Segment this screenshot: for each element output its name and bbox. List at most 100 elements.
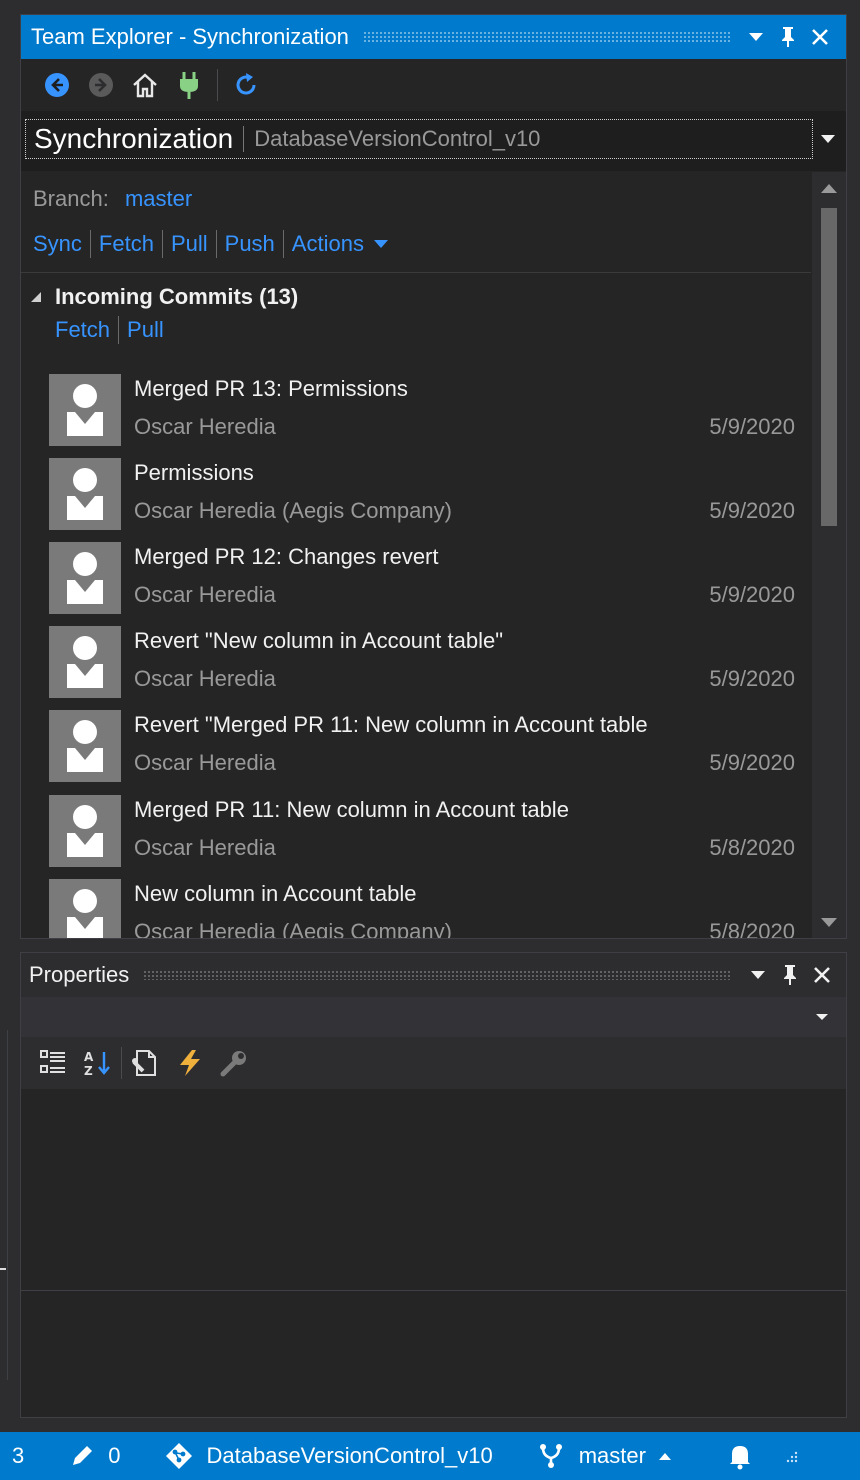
alphabetical-icon[interactable]: AZ xyxy=(75,1043,119,1083)
svg-text:A: A xyxy=(84,1050,94,1064)
object-dropdown-icon[interactable] xyxy=(816,1014,828,1020)
object-selector[interactable] xyxy=(21,997,846,1037)
commit-date: 5/9/2020 xyxy=(709,582,795,607)
close-icon[interactable] xyxy=(806,959,838,991)
incoming-commits-title: Incoming Commits (13) xyxy=(55,284,299,309)
pending-changes[interactable]: 0 xyxy=(70,1443,121,1469)
dropdown-icon[interactable] xyxy=(742,959,774,991)
wrench-icon[interactable] xyxy=(212,1043,256,1083)
commit-item[interactable]: Revert "New column in Account table" Osc… xyxy=(49,620,809,704)
properties-panel: Properties AZ xyxy=(20,952,847,1418)
commit-item[interactable]: Merged PR 13: Permissions Oscar Heredia … xyxy=(49,368,809,452)
status-bar: 3 0 DatabaseVersionControl_v10 master xyxy=(0,1432,860,1480)
commit-author: Oscar Heredia xyxy=(134,582,276,607)
sync-content: Branch: master Sync Fetch Pull Push Acti… xyxy=(21,172,811,939)
link-separator xyxy=(118,316,120,344)
repo-name: DatabaseVersionControl_v10 xyxy=(254,126,541,151)
properties-titlebar[interactable]: Properties xyxy=(21,953,846,997)
actions-dropdown-icon[interactable] xyxy=(373,240,388,248)
commit-item[interactable]: Merged PR 12: Changes revert Oscar Hered… xyxy=(49,536,809,620)
page-dropdown-icon[interactable] xyxy=(814,125,842,153)
back-icon[interactable] xyxy=(35,65,79,105)
branch-label: Branch: xyxy=(33,186,109,211)
commit-date: 5/9/2020 xyxy=(709,750,795,775)
commit-item[interactable]: New column in Account table Oscar Heredi… xyxy=(49,873,809,939)
avatar-icon xyxy=(49,879,121,938)
page-title: Synchronization xyxy=(34,123,234,154)
pull-link[interactable]: Pull xyxy=(171,231,208,257)
link-separator xyxy=(89,230,91,258)
scroll-thumb[interactable] xyxy=(821,208,837,526)
resize-grip-icon[interactable] xyxy=(784,1449,798,1463)
scroll-up-icon[interactable] xyxy=(821,184,837,193)
sync-link[interactable]: Sync xyxy=(33,231,82,257)
commit-item[interactable]: Permissions Oscar Heredia (Aegis Company… xyxy=(49,452,809,536)
events-icon[interactable] xyxy=(168,1043,212,1083)
svg-text:Z: Z xyxy=(84,1064,93,1078)
avatar-icon xyxy=(49,458,121,530)
link-separator xyxy=(215,230,217,258)
page-selector[interactable]: Synchronization DatabaseVersionControl_v… xyxy=(25,119,813,159)
home-icon[interactable] xyxy=(123,65,167,105)
actions-link[interactable]: Actions xyxy=(292,231,364,257)
dropdown-icon[interactable] xyxy=(740,21,772,53)
sync-actions-row: Sync Fetch Pull Push Actions xyxy=(33,230,388,258)
incoming-commits-header[interactable]: Incoming Commits (13) xyxy=(31,284,298,310)
commit-message: Permissions xyxy=(134,460,254,485)
branch-selector[interactable]: master xyxy=(537,1442,672,1470)
commit-message: Revert "New column in Account table" xyxy=(134,628,504,653)
property-grid[interactable] xyxy=(21,1089,846,1291)
incoming-fetch-link[interactable]: Fetch xyxy=(55,317,110,343)
branch-link[interactable]: master xyxy=(125,186,192,211)
connect-icon[interactable] xyxy=(167,65,211,105)
commit-message: Revert "Merged PR 11: New column in Acco… xyxy=(134,712,648,737)
pin-icon[interactable] xyxy=(772,21,804,53)
commit-message: New column in Account table xyxy=(134,881,417,906)
property-pages-icon[interactable] xyxy=(124,1043,168,1083)
commit-date: 5/9/2020 xyxy=(709,414,795,439)
avatar-icon xyxy=(49,626,121,698)
team-explorer-panel: Team Explorer - Synchronization Synchron… xyxy=(20,14,847,939)
collapse-triangle-icon[interactable] xyxy=(31,292,41,302)
title-grip[interactable] xyxy=(362,31,730,43)
commit-author: Oscar Heredia (Aegis Company) xyxy=(134,498,452,523)
fetch-link[interactable]: Fetch xyxy=(99,231,154,257)
commit-date: 5/8/2020 xyxy=(709,835,795,860)
status-count[interactable]: 3 xyxy=(12,1443,24,1469)
properties-title: Properties xyxy=(29,962,130,987)
push-link[interactable]: Push xyxy=(225,231,275,257)
repository-selector[interactable]: DatabaseVersionControl_v10 xyxy=(165,1442,493,1470)
toolbar-separator xyxy=(121,1047,122,1079)
notifications-icon[interactable] xyxy=(726,1442,754,1470)
pencil-icon xyxy=(73,1446,93,1465)
commit-date: 5/8/2020 xyxy=(709,919,795,939)
refresh-icon[interactable] xyxy=(224,65,268,105)
property-description xyxy=(21,1293,846,1417)
commit-date: 5/9/2020 xyxy=(709,498,795,523)
repository-name: DatabaseVersionControl_v10 xyxy=(206,1443,493,1468)
left-window-edge xyxy=(0,1030,8,1380)
commit-author: Oscar Heredia (Aegis Company) xyxy=(134,919,452,939)
panel-title: Team Explorer - Synchronization xyxy=(31,24,349,49)
caret-up-icon xyxy=(658,1453,671,1460)
link-separator xyxy=(161,230,163,258)
commit-item[interactable]: Merged PR 11: New column in Account tabl… xyxy=(49,789,809,873)
incoming-pull-link[interactable]: Pull xyxy=(127,317,164,343)
close-icon[interactable] xyxy=(804,21,836,53)
scroll-down-icon[interactable] xyxy=(821,918,837,927)
commit-message: Merged PR 13: Permissions xyxy=(134,376,408,401)
commit-message: Merged PR 12: Changes revert xyxy=(134,544,439,569)
commit-message: Merged PR 11: New column in Account tabl… xyxy=(134,797,569,822)
forward-icon[interactable] xyxy=(79,65,123,105)
team-explorer-titlebar[interactable]: Team Explorer - Synchronization xyxy=(21,15,846,59)
pending-changes-count: 0 xyxy=(108,1443,121,1468)
avatar-icon xyxy=(49,542,121,614)
visual-studio-window: Team Explorer - Synchronization Synchron… xyxy=(0,0,860,1480)
commit-item[interactable]: Revert "Merged PR 11: New column in Acco… xyxy=(49,704,809,788)
title-grip[interactable] xyxy=(143,970,732,980)
properties-toolbar: AZ xyxy=(21,1037,846,1089)
team-explorer-toolbar xyxy=(21,59,846,111)
vertical-scrollbar[interactable] xyxy=(812,172,846,938)
pin-icon[interactable] xyxy=(774,959,806,991)
categorized-icon[interactable] xyxy=(31,1043,75,1083)
